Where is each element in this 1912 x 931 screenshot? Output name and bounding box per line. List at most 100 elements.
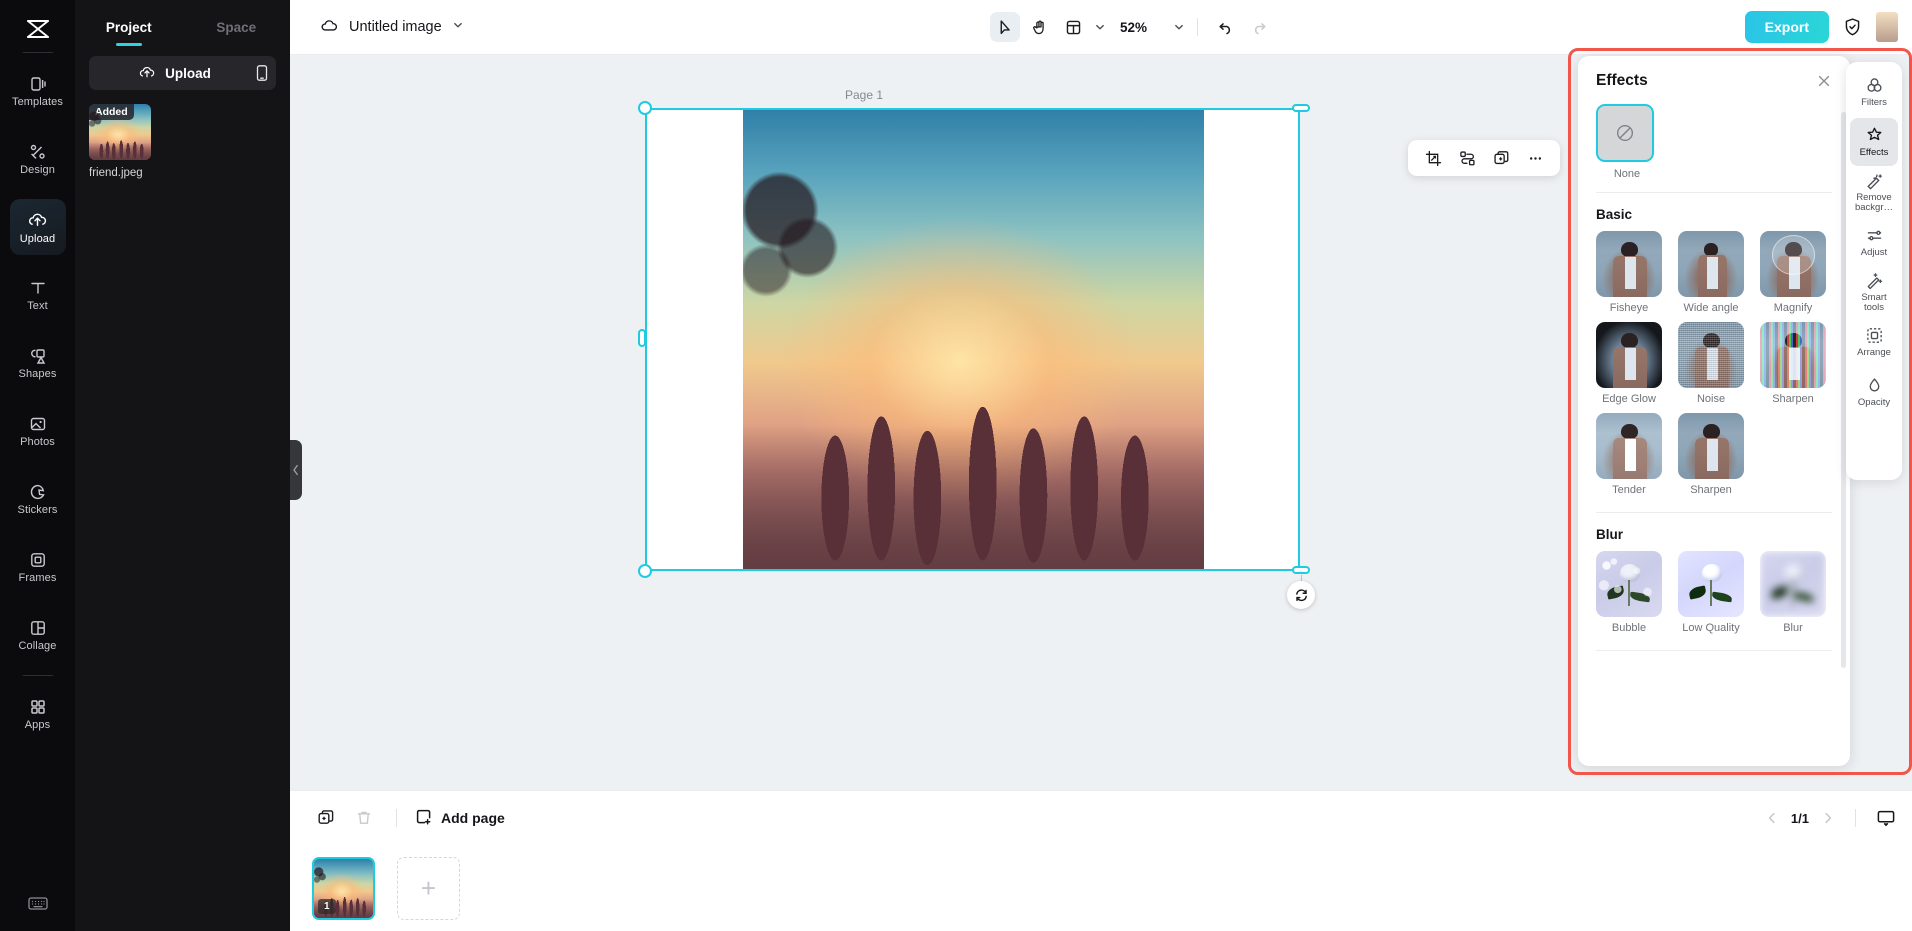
tool-arrange[interactable]: Arrange [1850,318,1898,366]
uploaded-assets-list: Added friend.jpeg [89,104,276,179]
effect-noise[interactable]: Noise [1678,322,1750,405]
rotate-handle[interactable] [1287,581,1315,609]
shield-check-icon[interactable] [1843,17,1862,37]
close-icon[interactable] [1816,73,1832,89]
effect-label: Sharpen [1760,393,1826,405]
effect-sharpen-rgb[interactable]: Sharpen [1760,322,1832,405]
keyboard-icon[interactable] [21,889,55,917]
effect-magnify[interactable]: Magnify [1760,231,1832,314]
sidebar-item-shapes[interactable]: Shapes [10,335,66,391]
add-page-button[interactable]: Add page [415,808,505,829]
effect-none-item[interactable]: None [1596,96,1832,180]
page-label: Page 1 [845,88,883,102]
sidebar-item-text[interactable]: Text [10,267,66,323]
export-button[interactable]: Export [1745,11,1829,43]
effect-fisheye[interactable]: Fisheye [1596,231,1668,314]
panel-tabs: Project Space [75,0,290,44]
effect-label: Blur [1760,622,1826,634]
rail-divider-top [23,52,53,53]
effect-thumbnail [1760,322,1826,388]
sidebar-item-frames[interactable]: Frames [10,539,66,595]
sidebar-item-label: Design [20,165,55,176]
page-toolbar: Add page 1/1 [290,790,1912,845]
effects-grid-basic: Fisheye Wide angle Magnify Edge Glow Noi… [1596,231,1832,496]
layout-chevron-down-icon[interactable] [1094,21,1106,33]
tool-remove-background[interactable]: Remove backgr… [1850,168,1898,216]
page-thumbnail-strip: 1 + [290,845,1912,931]
page-thumbnail-art [314,887,373,918]
effects-scroll-region[interactable]: None Basic Fisheye Wide angle Magnify [1578,96,1850,746]
sidebar-item-design[interactable]: Design [10,131,66,187]
add-page-label: Add page [441,810,505,826]
redo-button[interactable] [1244,12,1274,42]
next-page-button[interactable] [1821,811,1835,825]
tool-opacity[interactable]: Opacity [1850,368,1898,416]
add-page-thumbnail-button[interactable]: + [397,857,460,920]
effect-bubble[interactable]: Bubble [1596,551,1668,634]
crop-icon[interactable] [1420,145,1446,171]
capcut-logo-icon[interactable] [18,12,58,46]
sidebar-item-label: Apps [25,720,50,731]
effect-wide-angle[interactable]: Wide angle [1678,231,1750,314]
layout-tool-button[interactable] [1058,12,1088,42]
more-dots-icon[interactable] [1522,145,1548,171]
copy-icon[interactable] [1488,145,1514,171]
tab-project[interactable]: Project [75,20,183,44]
tab-space[interactable]: Space [183,20,291,44]
sidebar-item-upload[interactable]: Upload [10,199,66,255]
none-slash-icon[interactable] [1596,104,1654,162]
effect-thumbnail [1596,413,1662,479]
handle-top-center[interactable] [1292,104,1310,112]
effects-panel: Effects None Basic [1578,56,1850,766]
effect-thumbnail [1678,551,1744,617]
sidebar-item-templates[interactable]: Templates [10,63,66,119]
trash-icon[interactable] [350,804,378,832]
tool-smart-tools[interactable]: Smart tools [1850,268,1898,316]
page-title: Untitled image [349,19,442,35]
avatar[interactable] [1876,12,1898,42]
effect-low-quality[interactable]: Low Quality [1678,551,1750,634]
document-title-group[interactable]: Untitled image [319,16,464,39]
effect-edge-glow[interactable]: Edge Glow [1596,322,1668,405]
effects-grid-blur: Bubble Low Quality Blur [1596,551,1832,634]
mobile-upload-icon[interactable] [248,56,276,90]
handle-top-left[interactable] [638,101,652,115]
asset-thumbnail-friend[interactable]: Added [89,104,151,160]
sidebar-item-label: Templates [12,97,63,108]
effect-sharpen[interactable]: Sharpen [1678,413,1750,496]
sidebar-item-stickers[interactable]: Stickers [10,471,66,527]
upload-cloud-icon [138,64,156,83]
effect-tender[interactable]: Tender [1596,413,1668,496]
tool-filters[interactable]: Filters [1850,68,1898,116]
effect-label: Low Quality [1678,622,1744,634]
swap-icon[interactable] [1454,145,1480,171]
prev-page-button[interactable] [1765,811,1779,825]
page-number-badge: 1 [318,899,336,914]
tool-effects[interactable]: Effects [1850,118,1898,166]
sidebar-item-apps[interactable]: Apps [10,686,66,742]
effect-label: Edge Glow [1596,393,1662,405]
handle-bottom-center[interactable] [1292,566,1310,574]
duplicate-page-icon[interactable] [312,804,340,832]
handle-middle-left[interactable] [638,329,646,347]
present-icon[interactable] [1876,809,1896,827]
rail-divider-bottom [23,675,53,676]
hand-tool-button[interactable] [1024,12,1054,42]
select-tool-button[interactable] [990,12,1020,42]
page-thumbnail-1[interactable]: 1 [312,857,375,920]
cloud-saved-icon [319,16,339,39]
collapse-panel-handle[interactable] [290,440,302,500]
topbar-right-group: Export [1745,11,1898,43]
sidebar-item-collage[interactable]: Collage [10,607,66,663]
tool-adjust[interactable]: Adjust [1850,218,1898,266]
tool-label: Adjust [1861,248,1887,259]
effects-panel-title: Effects [1596,72,1648,90]
toolbar-divider [1197,18,1198,36]
handle-bottom-left[interactable] [638,564,652,578]
undo-button[interactable] [1210,12,1240,42]
effect-blur[interactable]: Blur [1760,551,1832,634]
chevron-down-icon[interactable] [452,18,464,36]
upload-button[interactable]: Upload [89,56,260,90]
sidebar-item-photos[interactable]: Photos [10,403,66,459]
zoom-chevron-down-icon[interactable] [1173,21,1185,33]
